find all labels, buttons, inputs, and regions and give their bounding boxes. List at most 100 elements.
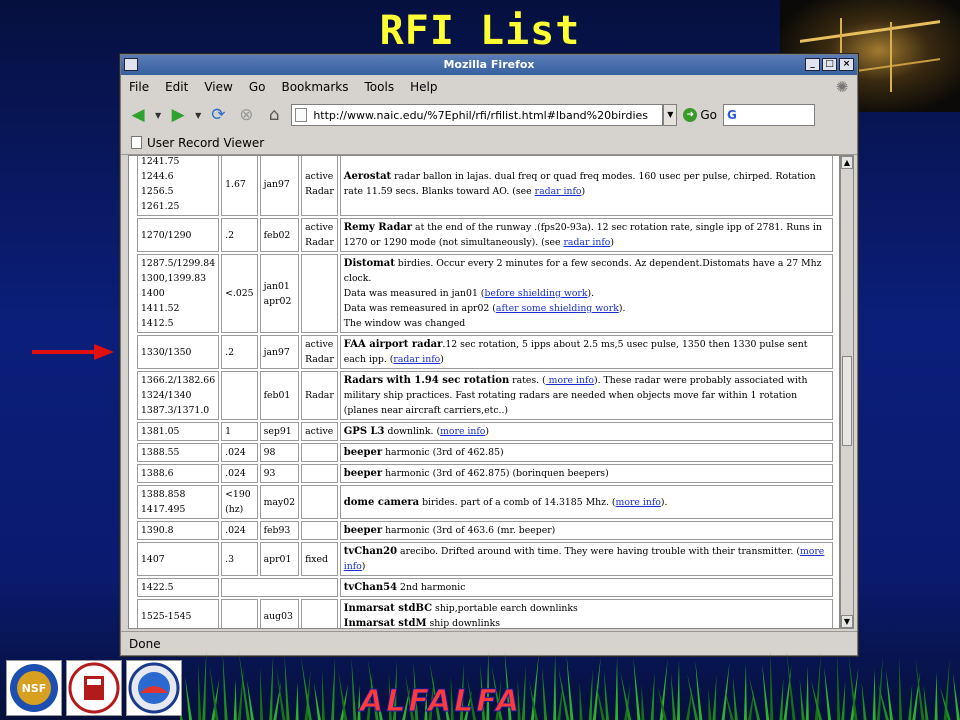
bw-cell-line: .024 <box>225 525 246 536</box>
date-cell: may02 <box>259 485 300 519</box>
table-row: 1366.2/1382.66 1324/1340 1387.3/1371.0 feb0… <box>137 371 833 420</box>
grass-blade <box>276 668 286 720</box>
description-cell: Remy Radar at the end of the runway .(fp… <box>339 218 833 252</box>
date-cell: feb01 <box>259 371 300 420</box>
grass-blade <box>841 681 846 720</box>
forward-dropdown-icon[interactable]: ▼ <box>195 111 201 120</box>
bw-cell: .2 <box>221 335 258 369</box>
table-row: 1241.75 1244.6 1256.5 1261.25 1.67 jan97 activ… <box>137 156 833 216</box>
info-link[interactable]: more info <box>440 426 485 437</box>
menu-tools[interactable]: Tools <box>365 80 395 94</box>
status-cell-line: active <box>305 171 334 182</box>
date-cell-line: jan01 <box>263 280 290 292</box>
scroll-down-icon[interactable]: ▼ <box>841 615 853 628</box>
vertical-scrollbar[interactable]: ▲ ▼ <box>840 155 854 629</box>
status-cell-line: fixed <box>305 553 328 565</box>
description-cell: beeper harmonic (3rd of 463.6 (mr. beepe… <box>339 521 833 540</box>
scroll-thumb[interactable] <box>842 356 852 446</box>
back-button[interactable]: ◀ <box>127 104 149 126</box>
info-link[interactable]: more info <box>616 497 661 508</box>
description-cell: GPS L3 downlink. (more info) <box>339 422 833 441</box>
date-cell-line: jan97 <box>263 178 290 190</box>
url-dropdown-button[interactable]: ▼ <box>663 104 678 126</box>
menu-view[interactable]: View <box>204 80 232 94</box>
status-cell <box>301 443 338 462</box>
description-text: Data was measured in jan01 ( <box>343 288 485 299</box>
alfalfa-logo: ALFALFA <box>359 684 523 720</box>
bw-cell <box>221 371 258 420</box>
maximize-button[interactable]: □ <box>822 58 837 71</box>
description-text: birdies. Occur every 2 minutes for a few… <box>343 258 822 284</box>
grass-blade <box>615 657 619 720</box>
freq-cell-line: 1270/1290 <box>141 229 192 241</box>
bookmarks-toolbar: User Record Viewer <box>121 131 857 155</box>
bw-cell: .024 <box>221 521 258 540</box>
grass-blade <box>322 670 325 720</box>
grass-blade <box>899 657 903 720</box>
bw-cell-line: 1 <box>225 426 232 437</box>
menu-help[interactable]: Help <box>410 80 437 94</box>
bookmark-user-record-viewer[interactable]: User Record Viewer <box>147 136 264 150</box>
table-row: 1407 .3 apr01 fixed tvChan20 arecibo. Drifte… <box>137 542 833 576</box>
grass-blade <box>721 662 730 720</box>
back-dropdown-icon[interactable]: ▼ <box>155 111 161 120</box>
close-button[interactable]: × <box>839 58 854 71</box>
scroll-up-icon[interactable]: ▲ <box>841 156 853 169</box>
menu-bookmarks[interactable]: Bookmarks <box>281 80 348 94</box>
info-link[interactable]: before shielding work <box>484 288 587 299</box>
info-link[interactable]: radar info <box>535 186 582 197</box>
freq-cell: 1407 <box>137 542 220 576</box>
info-link[interactable]: radar info <box>563 237 610 248</box>
freq-cell-line: 1400 <box>141 288 165 299</box>
status-cell <box>301 485 338 519</box>
info-link[interactable]: more info <box>546 375 594 386</box>
window-titlebar[interactable]: Mozilla Firefox _ □ × <box>121 55 857 75</box>
source-name: Aerostat <box>343 171 392 182</box>
bw-cell-line: .024 <box>225 468 246 479</box>
table-row: 1381.05 1 sep91 active GPS L3 downlink. (mor… <box>137 422 833 441</box>
description-cell: Distomat birdies. Occur every 2 minutes … <box>339 254 833 333</box>
freq-cell-line: 1330/1350 <box>141 346 192 358</box>
grass-blade <box>351 658 357 720</box>
info-link[interactable]: radar info <box>393 354 440 365</box>
freq-cell-line: 1412.5 <box>141 318 174 329</box>
status-cell-line: active <box>305 426 334 437</box>
freq-cell: 1525-1545 <box>137 599 220 628</box>
menu-edit[interactable]: Edit <box>165 80 188 94</box>
minimize-button[interactable]: _ <box>805 58 820 71</box>
description-cell: tvChan54 2nd harmonic <box>339 578 833 597</box>
menu-go[interactable]: Go <box>249 80 266 94</box>
grass-blade <box>762 664 770 720</box>
info-link[interactable]: after some shielding work <box>496 303 619 314</box>
bw-cell-line: <.025 <box>225 288 254 299</box>
url-input[interactable]: http://www.naic.edu/%7Ephil/rfi/rfilist.… <box>291 104 664 126</box>
grass-blade <box>185 677 193 720</box>
reload-button[interactable]: ⟳ <box>207 104 229 126</box>
grass-blade <box>786 652 796 720</box>
date-cell: feb02 <box>259 218 300 252</box>
status-cell-line: Radar <box>305 354 334 365</box>
stop-button[interactable]: ⊗ <box>235 104 257 126</box>
table-row: 1287.5/1299.84 1300,1399.83 1400 1411.52 141… <box>137 254 833 333</box>
forward-button[interactable]: ▶ <box>167 104 189 126</box>
status-cell-line: active <box>305 339 334 350</box>
description-tail: ). <box>587 288 595 299</box>
source-name: FAA airport radar <box>343 339 443 350</box>
description-tail: ). <box>660 496 668 508</box>
red-arrow-icon <box>32 344 114 360</box>
menu-file[interactable]: File <box>129 80 149 94</box>
home-button[interactable]: ⌂ <box>263 104 285 126</box>
description-tail: ). <box>618 303 626 314</box>
date-cell-line: may02 <box>263 496 296 508</box>
grass-blade <box>799 679 805 720</box>
bw-cell: .3 <box>221 542 258 576</box>
status-cell-line: Radar <box>305 237 334 248</box>
google-icon: G <box>726 108 737 122</box>
go-button[interactable]: ➜ Go <box>683 108 717 122</box>
window-menu-icon[interactable] <box>124 58 138 71</box>
bw-cell-line: .3 <box>225 553 234 565</box>
grass-blade <box>579 682 583 720</box>
search-input[interactable]: G <box>722 104 815 126</box>
freq-cell: 1388.858 1417.495 <box>137 485 220 519</box>
description-text: rates. ( <box>509 375 546 386</box>
